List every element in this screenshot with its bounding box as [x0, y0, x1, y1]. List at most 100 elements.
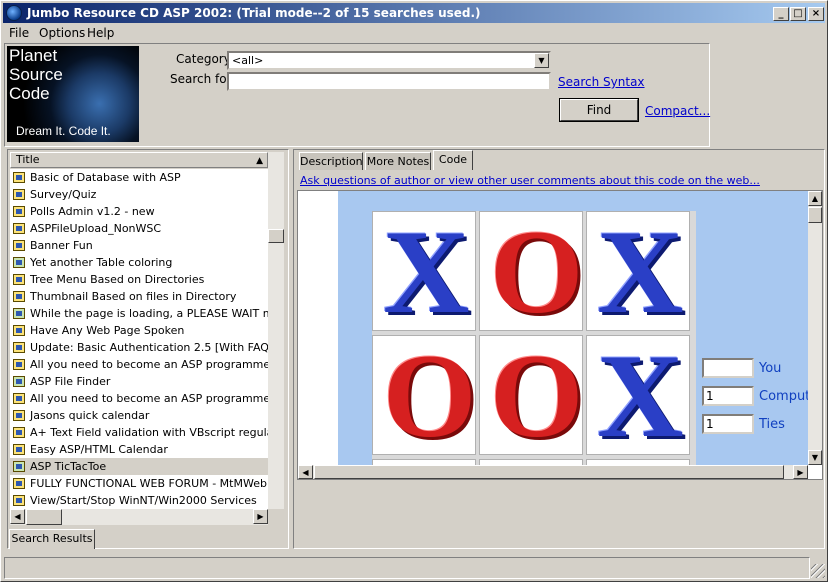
list-item[interactable]: FULLY FUNCTIONAL WEB FORUM - MtMWebForum — [10, 475, 268, 492]
scroll-left-icon[interactable]: ◀ — [298, 465, 313, 479]
code-file-icon — [13, 325, 25, 336]
code-file-icon — [13, 274, 25, 285]
search-syntax-link[interactable]: Search Syntax — [558, 75, 645, 89]
board-cell[interactable]: O — [479, 335, 583, 456]
maximize-button[interactable]: □ — [790, 7, 806, 21]
tab-description[interactable]: Description — [299, 152, 363, 170]
code-file-icon — [13, 359, 25, 370]
list-item-title: Thumbnail Based on files in Directory — [30, 290, 237, 303]
list-item[interactable]: Easy ASP/HTML Calendar — [10, 441, 268, 458]
list-item-title: View/Start/Stop WinNT/Win2000 Services — [30, 494, 257, 507]
chevron-down-icon[interactable]: ▼ — [534, 53, 549, 68]
menu-options[interactable]: Options — [39, 26, 85, 40]
scroll-right-icon[interactable]: ▶ — [793, 465, 808, 479]
list-item[interactable]: ASPFileUpload_NonWSC — [10, 220, 268, 237]
score-ties-label: Ties — [759, 417, 785, 432]
code-file-icon — [13, 376, 25, 387]
list-item[interactable]: While the page is loading, a PLEASE WAIT… — [10, 305, 268, 322]
board-cell[interactable]: O — [372, 329, 477, 462]
list-item[interactable]: ASP TicTacToe — [10, 458, 268, 475]
list-item-title: Survey/Quiz — [30, 188, 97, 201]
scroll-right-icon[interactable]: ▶ — [253, 509, 268, 524]
list-item-title: Have Any Web Page Spoken — [30, 324, 185, 337]
code-file-icon — [13, 189, 25, 200]
tab-code[interactable]: Code — [433, 150, 473, 170]
list-item[interactable]: Banner Fun — [10, 237, 268, 254]
list-item[interactable]: View/Start/Stop WinNT/Win2000 Services — [10, 492, 268, 509]
resize-grip-icon[interactable] — [811, 564, 825, 578]
list-item[interactable]: Update: Basic Authentication 2.5 [With F… — [10, 339, 268, 356]
preview-vscroll-thumb[interactable] — [808, 207, 822, 223]
scroll-up-icon[interactable]: ▲ — [808, 191, 822, 206]
preview-hscroll-thumb[interactable] — [314, 465, 784, 479]
menu-file[interactable]: File — [9, 26, 29, 40]
tab-search-results[interactable]: Search Results — [9, 529, 95, 549]
close-button[interactable]: × — [808, 7, 824, 21]
scroll-left-icon[interactable]: ◀ — [10, 509, 25, 524]
preview-hscrollbar[interactable]: ◀ ▶ — [298, 465, 808, 479]
list-item[interactable]: Basic of Database with ASP — [10, 169, 268, 186]
score-computer-field[interactable]: 1 — [702, 386, 754, 406]
list-item[interactable]: Tree Menu Based on Directories — [10, 271, 268, 288]
window-title: Jumbo Resource CD ASP 2002: (Trial mode-… — [27, 6, 481, 20]
list-item[interactable]: ASP File Finder — [10, 373, 268, 390]
board-cell[interactable]: O — [479, 205, 584, 338]
logo-name: Planet Source Code — [9, 46, 63, 103]
scroll-thumb[interactable] — [268, 229, 284, 243]
category-select[interactable]: <all> ▼ — [227, 51, 551, 70]
score-you-field[interactable] — [702, 358, 754, 378]
list-item[interactable]: All you need to become an ASP programmer — [10, 356, 268, 373]
code-file-icon — [13, 410, 25, 421]
results-list[interactable]: Basic of Database with ASP Survey/Quiz Pol… — [10, 169, 268, 509]
score-you-label: You — [759, 361, 782, 376]
code-file-icon — [13, 223, 25, 234]
score-computer-label: Comput — [759, 389, 808, 404]
scroll-down-icon[interactable]: ▼ — [808, 450, 822, 465]
list-item[interactable]: Survey/Quiz — [10, 186, 268, 203]
board-mark: O — [490, 205, 584, 338]
list-item-title: All you need to become an ASP programmer… — [30, 392, 268, 405]
results-vscrollbar[interactable] — [268, 152, 284, 509]
list-item[interactable]: Thumbnail Based on files in Directory — [10, 288, 268, 305]
code-file-icon — [13, 240, 25, 251]
category-value: <all> — [232, 54, 264, 67]
board-mark: X — [383, 205, 470, 338]
list-item[interactable]: Polls Admin v1.2 - new — [10, 203, 268, 220]
compact-link[interactable]: Compact... — [645, 104, 710, 118]
tab-more-notes[interactable]: More Notes — [365, 152, 431, 170]
code-file-icon — [13, 393, 25, 404]
list-item[interactable]: All you need to become an ASP programmer… — [10, 390, 268, 407]
results-hscrollbar[interactable]: ◀ ▶ — [10, 509, 268, 525]
minimize-button[interactable]: _ — [773, 7, 789, 21]
board-cell[interactable]: X — [372, 205, 476, 338]
board-cell[interactable]: X — [586, 211, 690, 332]
list-item[interactable]: Jasons quick calendar — [10, 407, 268, 424]
list-item-title: All you need to become an ASP programmer — [30, 358, 268, 371]
title-bar[interactable]: Jumbo Resource CD ASP 2002: (Trial mode-… — [3, 3, 825, 23]
list-item-title: FULLY FUNCTIONAL WEB FORUM - MtMWebForum — [30, 477, 268, 490]
menu-help[interactable]: Help — [87, 26, 114, 40]
title-column-header[interactable]: Title ▲ — [10, 152, 268, 168]
board-mark: O — [383, 329, 477, 462]
list-item-title: ASPFileUpload_NonWSC — [30, 222, 162, 235]
title-column-label: Title — [16, 153, 40, 166]
code-file-icon — [13, 308, 25, 319]
search-input[interactable] — [227, 72, 551, 91]
list-item[interactable]: Have Any Web Page Spoken — [10, 322, 268, 339]
find-button[interactable]: Find — [559, 98, 639, 122]
preview-vscrollbar[interactable]: ▲ ▼ — [808, 191, 822, 465]
search-label: Search for: — [170, 72, 236, 86]
list-item[interactable]: Yet another Table coloring — [10, 254, 268, 271]
score-ties-field[interactable]: 1 — [702, 414, 754, 434]
list-item-title: ASP TicTacToe — [30, 460, 107, 473]
author-comments-link[interactable]: Ask questions of author or view other us… — [300, 174, 760, 187]
list-item[interactable]: A+ Text Field validation with VBscript r… — [10, 424, 268, 441]
list-item-title: Yet another Table coloring — [30, 256, 173, 269]
list-item-title: Jasons quick calendar — [30, 409, 150, 422]
sort-up-icon: ▲ — [256, 156, 263, 166]
logo-tagline: Dream It. Code It. — [16, 124, 111, 138]
tictactoe-page: X O X O O X You 1 Comput 1 Ties — [338, 191, 808, 466]
planet-source-code-logo: Planet Source Code Dream It. Code It. — [7, 46, 139, 142]
board-cell[interactable]: X — [586, 335, 690, 456]
hscroll-thumb[interactable] — [26, 509, 62, 525]
